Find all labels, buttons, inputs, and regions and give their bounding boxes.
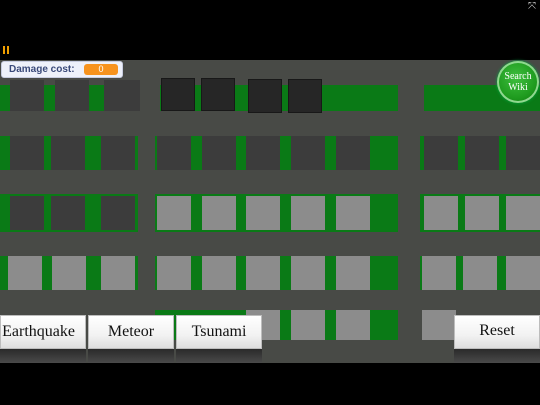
building[interactable] bbox=[246, 136, 280, 170]
building[interactable] bbox=[506, 256, 540, 290]
meteor-button[interactable]: Meteor bbox=[88, 315, 174, 349]
building[interactable] bbox=[506, 136, 540, 170]
building[interactable] bbox=[463, 256, 497, 290]
earthquake-button[interactable]: Earthquake bbox=[0, 315, 86, 349]
pause-icon[interactable] bbox=[3, 46, 10, 54]
building[interactable] bbox=[248, 79, 282, 113]
building[interactable] bbox=[161, 78, 195, 111]
button-shadow bbox=[0, 349, 86, 363]
building[interactable] bbox=[424, 196, 458, 230]
building[interactable] bbox=[422, 256, 456, 290]
building[interactable] bbox=[465, 196, 499, 230]
building[interactable] bbox=[104, 80, 140, 111]
building[interactable] bbox=[8, 256, 42, 290]
building[interactable] bbox=[422, 310, 456, 340]
reset-button[interactable]: Reset bbox=[454, 315, 540, 349]
building[interactable] bbox=[246, 256, 280, 290]
building[interactable] bbox=[291, 136, 325, 170]
building[interactable] bbox=[506, 196, 540, 230]
building[interactable] bbox=[246, 196, 280, 230]
building[interactable] bbox=[52, 256, 86, 290]
button-shadow bbox=[454, 349, 540, 363]
building[interactable] bbox=[101, 256, 135, 290]
building[interactable] bbox=[101, 196, 135, 230]
building[interactable] bbox=[336, 136, 370, 170]
building[interactable] bbox=[157, 196, 191, 230]
building[interactable] bbox=[10, 136, 44, 170]
building[interactable] bbox=[291, 310, 325, 340]
building[interactable] bbox=[288, 79, 322, 113]
building[interactable] bbox=[291, 196, 325, 230]
building[interactable] bbox=[51, 196, 85, 230]
search-wiki-button[interactable]: Search Wiki bbox=[497, 61, 539, 103]
building[interactable] bbox=[202, 196, 236, 230]
building[interactable] bbox=[101, 136, 135, 170]
top-bar bbox=[0, 0, 540, 60]
building[interactable] bbox=[291, 256, 325, 290]
building[interactable] bbox=[424, 136, 458, 170]
building[interactable] bbox=[10, 196, 44, 230]
building[interactable] bbox=[201, 78, 235, 111]
damage-cost-value: 0 bbox=[84, 64, 118, 75]
building[interactable] bbox=[157, 136, 191, 170]
building[interactable] bbox=[336, 256, 370, 290]
damage-cost-panel: Damage cost: 0 bbox=[1, 61, 123, 78]
building[interactable] bbox=[202, 136, 236, 170]
building[interactable] bbox=[55, 80, 89, 111]
fullscreen-icon[interactable]: ⤧ bbox=[528, 2, 536, 12]
button-shadow bbox=[88, 349, 174, 363]
bottom-bar bbox=[0, 363, 540, 405]
building[interactable] bbox=[465, 136, 499, 170]
building[interactable] bbox=[10, 80, 44, 111]
building[interactable] bbox=[51, 136, 85, 170]
search-wiki-label: Search Wiki bbox=[504, 71, 532, 93]
building[interactable] bbox=[336, 310, 370, 340]
tsunami-button[interactable]: Tsunami bbox=[176, 315, 262, 349]
building[interactable] bbox=[202, 256, 236, 290]
building[interactable] bbox=[336, 196, 370, 230]
button-shadow bbox=[176, 349, 262, 363]
building[interactable] bbox=[157, 256, 191, 290]
damage-cost-label: Damage cost: bbox=[9, 64, 75, 75]
